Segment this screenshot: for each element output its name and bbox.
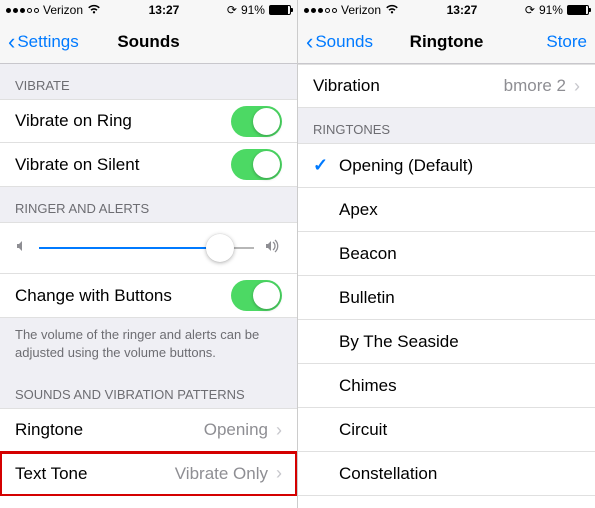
ringtone-name: By The Seaside [339,332,580,352]
speaker-high-icon [264,239,282,257]
ringtone-name: Bulletin [339,288,580,308]
signal-strength-icon [6,8,39,13]
clock: 13:27 [447,3,478,17]
section-header-patterns: Sounds and Vibration Patterns [0,373,297,408]
rotation-lock-icon: ⟳ [227,3,237,17]
ringtone-name: Apex [339,200,580,220]
store-button[interactable]: Store [546,32,587,52]
page-title: Sounds [0,32,297,52]
battery-percentage: 91% [539,3,563,17]
vibrate-on-ring-switch[interactable] [231,106,282,137]
row-label: Vibrate on Ring [15,111,231,131]
carrier-label: Verizon [341,3,381,17]
row-label: Text Tone [15,464,175,484]
ringtone-name: Opening (Default) [339,156,580,176]
sounds-settings-screen: Verizon 13:27 ⟳ 91% ‹ Settings Sounds Vi… [0,0,297,508]
chevron-right-icon: › [276,420,282,441]
ringtone-name: Chimes [339,376,580,396]
new-voicemail-row[interactable]: New Voicemail Tri-tone › [0,496,297,508]
row-label: Vibration [313,76,504,96]
text-tone-row[interactable]: Text Tone Vibrate Only › [0,452,297,496]
volume-slider[interactable] [39,233,254,263]
ringtone-option[interactable]: Chimes [298,364,595,408]
ringtone-option[interactable]: Constellation [298,452,595,496]
clock: 13:27 [149,3,180,17]
wifi-icon [385,4,399,17]
row-value: Vibrate Only [175,464,268,484]
ringtone-option[interactable]: Bulletin [298,276,595,320]
rotation-lock-icon: ⟳ [525,3,535,17]
row-value: Opening [204,420,268,440]
nav-bar: ‹ Settings Sounds [0,20,297,64]
row-label: Change with Buttons [15,286,231,306]
vibrate-on-ring-row[interactable]: Vibrate on Ring [0,99,297,143]
battery-percentage: 91% [241,3,265,17]
checkmark-icon: ✓ [313,155,335,176]
section-header-ringtones: Ringtones [298,108,595,143]
ringtone-row[interactable]: Ringtone Opening › [0,408,297,452]
row-label: Ringtone [15,420,204,440]
chevron-right-icon: › [574,76,580,97]
ringtone-name: Circuit [339,420,580,440]
volume-slider-row[interactable] [0,222,297,274]
ringtone-option[interactable]: ✓Opening (Default) [298,144,595,188]
ringtone-option[interactable]: By The Seaside [298,320,595,364]
nav-bar: ‹ Sounds Ringtone Store [298,20,595,64]
section-footer: The volume of the ringer and alerts can … [0,318,297,373]
status-bar: Verizon 13:27 ⟳ 91% [0,0,297,20]
ringtone-name: Constellation [339,464,580,484]
status-bar: Verizon 13:27 ⟳ 91% [298,0,595,20]
ringtone-option[interactable]: Beacon [298,232,595,276]
change-with-buttons-switch[interactable] [231,280,282,311]
vibration-row[interactable]: Vibration bmore 2 › [298,64,595,108]
chevron-right-icon: › [276,463,282,484]
change-with-buttons-row[interactable]: Change with Buttons [0,274,297,318]
vibrate-on-silent-row[interactable]: Vibrate on Silent [0,143,297,187]
row-label: Vibrate on Silent [15,155,231,175]
section-header-ringer: Ringer and Alerts [0,187,297,222]
section-header-vibrate: Vibrate [0,64,297,99]
signal-strength-icon [304,8,337,13]
wifi-icon [87,4,101,17]
battery-icon [269,5,291,15]
ringtone-option[interactable]: Circuit [298,408,595,452]
ringtone-option[interactable]: Cosmic [298,496,595,508]
ringtone-name: Beacon [339,244,580,264]
ringtone-option[interactable]: Apex [298,188,595,232]
vibrate-on-silent-switch[interactable] [231,149,282,180]
ringtone-picker-screen: Verizon 13:27 ⟳ 91% ‹ Sounds Ringtone St… [298,0,595,508]
speaker-low-icon [15,239,29,257]
row-value: bmore 2 [504,76,566,96]
battery-icon [567,5,589,15]
carrier-label: Verizon [43,3,83,17]
